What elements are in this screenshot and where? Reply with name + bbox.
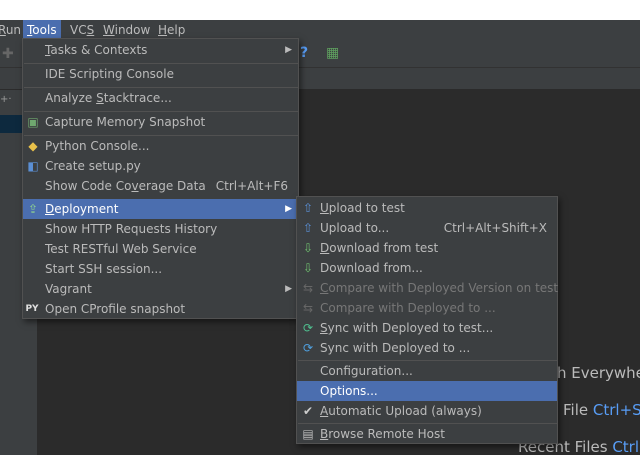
- menu-item-compare-deployed-to[interactable]: ⇆ Compare with Deployed to ...: [297, 298, 557, 318]
- menu-item-show-http-requests-history[interactable]: Show HTTP Requests History: [23, 219, 298, 239]
- menu-item-show-code-coverage[interactable]: Show Code Coverage Data Ctrl+Alt+F6: [23, 176, 298, 196]
- download-icon: ⇩: [302, 261, 314, 275]
- sync-icon: ⟳: [302, 321, 314, 335]
- menu-item-create-setup-py[interactable]: ◧ Create setup.py: [23, 156, 298, 176]
- sync-icon: ⟳: [302, 341, 314, 355]
- deployment-icon: ⇪: [27, 202, 39, 216]
- menu-item-analyze-stacktrace[interactable]: Analyze Stacktrace...: [23, 88, 298, 108]
- menu-tools[interactable]: Tools: [23, 20, 61, 40]
- tools-menu: Tasks & Contexts ▶ IDE Scripting Console…: [22, 38, 299, 319]
- submenu-arrow-icon: ▶: [285, 204, 292, 214]
- menu-item-python-console[interactable]: ◆ Python Console...: [23, 136, 298, 156]
- project-tree-selection[interactable]: [0, 115, 22, 133]
- menu-bar: Run Tools VCS Window Help: [0, 20, 640, 40]
- search-everywhere-hint: h Everywhe: [557, 364, 640, 382]
- remote-host-icon: ▤: [302, 427, 314, 441]
- menu-item-configuration[interactable]: Configuration...: [297, 361, 557, 381]
- go-to-file-hint: File Ctrl+S: [563, 401, 640, 419]
- menu-item-capture-memory-snapshot[interactable]: ▣ Capture Memory Snapshot: [23, 112, 298, 132]
- compare-icon: ⇆: [302, 281, 314, 295]
- title-bar: [0, 0, 640, 20]
- toolbar-nav-icon[interactable]: ✚: [2, 46, 14, 62]
- python-icon: ◆: [28, 139, 38, 153]
- menu-item-compare-deployed-version-test[interactable]: ⇆ Compare with Deployed Version on test: [297, 278, 558, 298]
- menu-item-sync-deployed-to[interactable]: ⟳ Sync with Deployed to ...: [297, 338, 557, 358]
- menu-item-upload-to[interactable]: ⇧ Upload to... Ctrl+Alt+Shift+X: [297, 218, 557, 238]
- compare-icon: ⇆: [302, 301, 314, 315]
- menu-item-tasks-contexts[interactable]: Tasks & Contexts ▶: [23, 40, 298, 60]
- menu-window[interactable]: Window: [99, 20, 154, 40]
- menu-item-ide-scripting-console[interactable]: IDE Scripting Console: [23, 64, 298, 84]
- menu-item-test-restful-web-service[interactable]: Test RESTful Web Service: [23, 239, 298, 259]
- menu-vcs[interactable]: VCS: [66, 20, 98, 40]
- menu-item-browse-remote-host[interactable]: ▤ Browse Remote Host: [297, 424, 557, 444]
- deploy-server-icon[interactable]: ▦: [326, 45, 339, 61]
- menu-item-upload-to-test[interactable]: ⇧ Upload to test: [297, 198, 557, 218]
- menu-item-options[interactable]: Options...: [297, 381, 557, 401]
- deployment-submenu: ⇧ Upload to test ⇧ Upload to... Ctrl+Alt…: [296, 196, 558, 444]
- menu-item-automatic-upload[interactable]: ✔ Automatic Upload (always): [297, 401, 557, 421]
- download-icon: ⇩: [302, 241, 314, 255]
- menu-item-download-from-test[interactable]: ⇩ Download from test: [297, 238, 557, 258]
- cprofile-icon: PY: [25, 304, 39, 314]
- menu-item-open-cprofile-snapshot[interactable]: PY Open CProfile snapshot: [23, 299, 298, 319]
- menu-item-start-ssh-session[interactable]: Start SSH session...: [23, 259, 298, 279]
- submenu-arrow-icon: ▶: [285, 45, 292, 55]
- menu-item-sync-deployed-test[interactable]: ⟳ Sync with Deployed to test...: [297, 318, 557, 338]
- checkmark-icon: ✔: [302, 404, 314, 418]
- menu-help[interactable]: Help: [154, 20, 189, 40]
- menu-item-download-from[interactable]: ⇩ Download from...: [297, 258, 557, 278]
- upload-icon: ⇧: [302, 221, 314, 235]
- menu-item-vagrant[interactable]: Vagrant ▶: [23, 279, 298, 299]
- upload-icon: ⇧: [302, 201, 314, 215]
- menu-run[interactable]: Run: [0, 20, 25, 40]
- menu-item-deployment[interactable]: ⇪ Deployment ▶: [23, 199, 298, 219]
- collapse-icon[interactable]: +·: [0, 94, 12, 105]
- submenu-arrow-icon: ▶: [285, 284, 292, 294]
- memory-snapshot-icon: ▣: [27, 115, 39, 129]
- python-file-icon: ◧: [27, 159, 39, 173]
- help-icon[interactable]: ?: [300, 45, 308, 61]
